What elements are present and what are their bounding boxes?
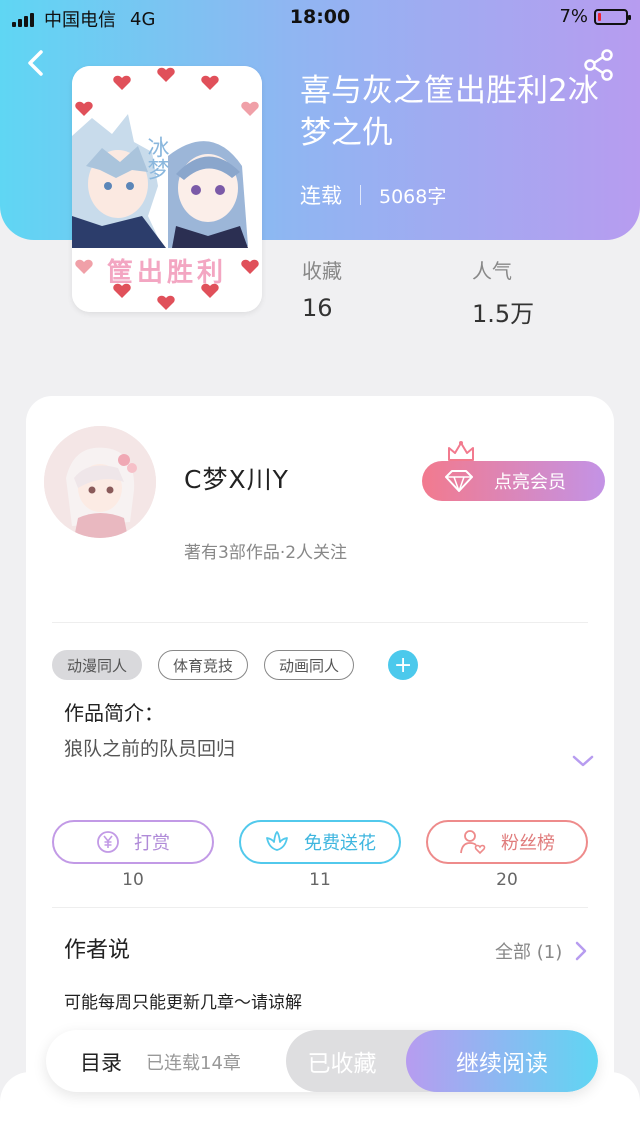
book-cover[interactable]: 冰梦 筐出胜利 (72, 66, 262, 312)
reward-count: 10 (122, 870, 144, 890)
chevron-right-icon[interactable] (574, 940, 588, 962)
book-status: 连载 (300, 184, 342, 208)
tag-item[interactable]: 体育竞技 (158, 650, 249, 680)
meta-divider (360, 185, 361, 205)
flower-label: 免费送花 (304, 833, 376, 854)
author-says-all-link[interactable]: 全部 (1) (495, 938, 562, 964)
popularity-label: 人气 (472, 259, 512, 283)
popularity-value: 1.5万 (472, 300, 535, 328)
svg-text:冰梦: 冰梦 (144, 136, 170, 180)
toc-button[interactable]: 目录 (80, 1047, 122, 1077)
intro-label: 作品简介： (64, 701, 164, 725)
chapter-count: 已连载14章 (146, 1053, 241, 1074)
tag-list: 动漫同人 体育竞技 动画同人 + (52, 650, 419, 680)
reward-label: 打赏 (134, 833, 170, 854)
vip-button-label: 点亮会员 (494, 472, 566, 493)
tag-item[interactable]: 动画同人 (264, 650, 355, 680)
chevron-down-icon[interactable] (570, 752, 596, 770)
continue-reading-button[interactable]: 继续阅读 (406, 1030, 598, 1092)
plus-icon[interactable]: + (388, 650, 419, 680)
status-bar: 中国电信 4G 18:00 7% (0, 0, 640, 34)
yen-icon (97, 831, 119, 853)
word-count: 5068字 (379, 185, 447, 208)
avatar-illustration (44, 426, 156, 538)
author-says-label: 作者说 (64, 938, 131, 963)
tag-item[interactable]: 动漫同人 (52, 650, 143, 680)
popularity-stat: 人气 1.5万 (472, 255, 534, 329)
favorited-label: 已收藏 (307, 1051, 377, 1077)
book-title: 喜与灰之筐出胜利2冰梦之仇 (300, 73, 599, 151)
fans-label: 粉丝榜 (501, 833, 555, 854)
cover-title: 筐出胜利 (106, 258, 227, 288)
reward-button[interactable]: 打赏 (52, 820, 214, 864)
author-name[interactable]: C梦X川Y (184, 460, 289, 496)
bottom-action-bar: 目录 已连载14章 已收藏 继续阅读 (46, 1030, 598, 1092)
fans-count: 20 (496, 870, 518, 890)
diamond-icon (445, 470, 473, 492)
fans-ranking-button[interactable]: 粉丝榜 (426, 820, 588, 864)
favorites-label: 收藏 (302, 259, 342, 283)
flower-icon (266, 831, 288, 851)
vip-button[interactable]: 点亮会员 (422, 461, 605, 501)
avatar[interactable] (44, 426, 156, 538)
back-icon[interactable] (22, 48, 52, 78)
divider (52, 907, 588, 908)
flower-count: 11 (309, 870, 331, 890)
battery-percent: 7% (559, 6, 588, 27)
author-summary: 著有3部作品·2人关注 (184, 543, 348, 563)
free-flower-button[interactable]: 免费送花 (239, 820, 401, 864)
user-heart-icon (460, 830, 486, 855)
favorites-value: 16 (302, 294, 333, 322)
author-says-text: 可能每周只能更新几章～请谅解 (64, 993, 302, 1013)
divider (52, 622, 588, 623)
continue-reading-label: 继续阅读 (456, 1051, 548, 1077)
battery-icon (594, 8, 631, 25)
clock: 18:00 (289, 6, 351, 28)
intro-text: 狼队之前的队员回归 (64, 738, 236, 760)
favorites-stat: 收藏 16 (302, 255, 342, 322)
